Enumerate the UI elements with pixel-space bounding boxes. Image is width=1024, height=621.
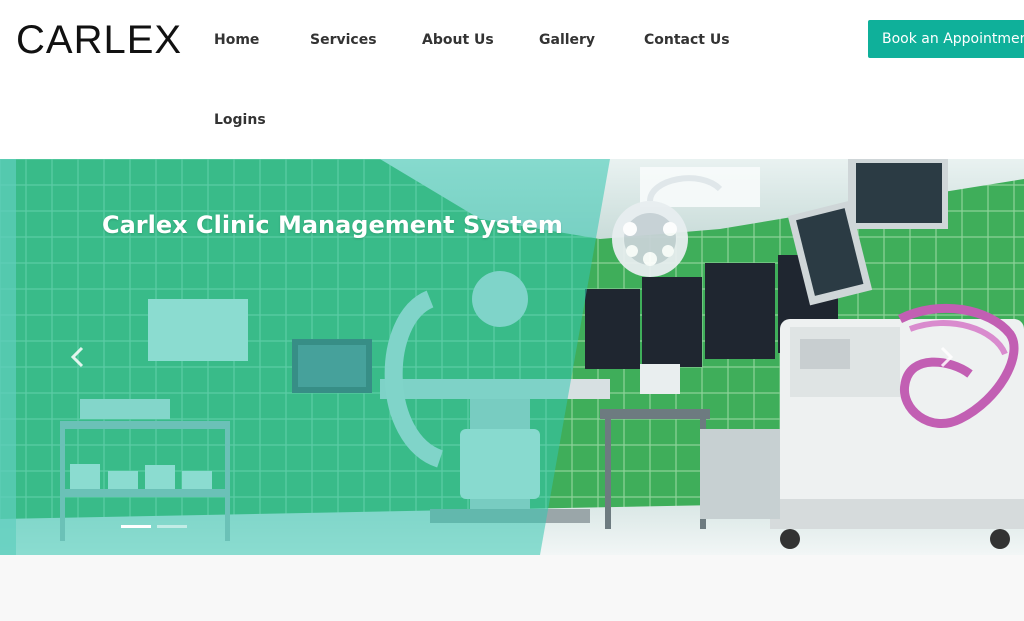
nav-item-gallery[interactable]: Gallery [539,31,595,49]
chevron-left-icon [70,346,84,368]
hero-title: Carlex Clinic Management System [102,211,563,239]
chevron-right-icon [940,346,954,368]
book-appointment-button[interactable]: Book an Appointment [868,20,1024,58]
nav-item-contact-us[interactable]: Contact Us [644,31,730,49]
slider-indicator-2[interactable] [157,525,187,528]
nav-item-home[interactable]: Home [214,31,259,49]
site-logo[interactable]: CARLEX [16,18,182,62]
hero-slider: Carlex Clinic Management System [0,159,1024,555]
nav-item-logins[interactable]: Logins [214,111,266,129]
page-content-area [0,555,1024,621]
slider-indicator-1[interactable] [121,525,151,528]
slider-prev-button[interactable] [68,345,88,369]
site-header: CARLEX Home Services About Us Gallery Co… [0,0,1024,159]
nav-item-services[interactable]: Services [310,31,377,49]
slider-next-button[interactable] [936,345,956,369]
nav-item-about-us[interactable]: About Us [422,31,494,49]
